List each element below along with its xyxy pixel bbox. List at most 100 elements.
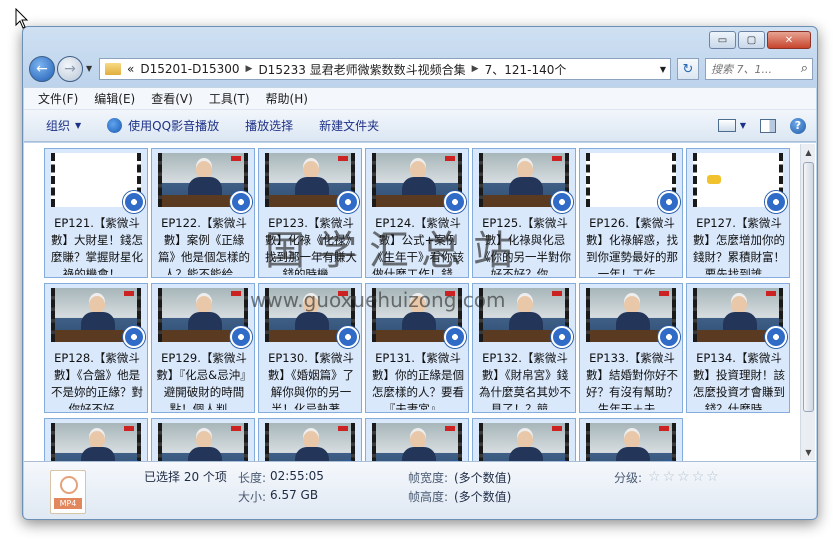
breadcrumb-overflow[interactable]: « <box>127 62 134 76</box>
file-extension-badge: MP4 <box>54 498 82 509</box>
file-item[interactable] <box>579 418 683 461</box>
refresh-button[interactable]: ↻ <box>677 58 699 80</box>
file-item[interactable]: EP131.【紫微斗數】你的正緣是個怎麼樣的人？要看『夫妻宮』... <box>365 283 469 413</box>
new-folder-label: 新建文件夹 <box>319 119 380 133</box>
change-view-icon[interactable] <box>717 119 736 132</box>
breadcrumb-separator-icon[interactable]: ▶ <box>472 64 479 74</box>
rating-star-icon[interactable]: ☆ <box>677 469 690 485</box>
frame-width-value: (多个数值) <box>454 471 512 485</box>
file-name-label: EP129.【紫微斗數】『化忌&忌沖』避開破財的時間點！個人判... <box>156 351 252 410</box>
organize-label: 组织 <box>46 119 71 133</box>
file-name-label: EP128.【紫微斗數】《合盤》他是不是妳的正緣？對你好不好... <box>51 351 143 410</box>
qq-player-file-icon <box>551 326 573 348</box>
organize-button[interactable]: 组织 ▼ <box>46 117 81 134</box>
view-options-chevron-icon[interactable]: ▼ <box>740 121 746 130</box>
file-name-label: EP131.【紫微斗數】你的正緣是個怎麼樣的人？要看『夫妻宮』... <box>372 351 464 410</box>
back-button[interactable]: ← <box>29 56 55 82</box>
close-button[interactable]: ✕ <box>767 31 811 49</box>
explorer-window: ▭ ▢ ✕ ← → ▼ « D15201-D15300 ▶ D15233 显君老… <box>22 26 818 520</box>
qq-player-file-icon <box>551 191 573 213</box>
qq-player-file-icon <box>658 191 680 213</box>
file-item[interactable] <box>44 418 148 461</box>
file-item[interactable]: EP121.【紫微斗數】大財星！錢怎麼賺？掌握財星化祿的機會！... <box>44 148 148 278</box>
breadcrumb-item[interactable]: D15201-D15300 <box>140 62 239 76</box>
file-item[interactable] <box>151 418 255 461</box>
view-controls: ▼ ? <box>717 117 806 134</box>
file-item[interactable]: EP134.【紫微斗數】投資理財！該怎麼投資才會賺到錢？什麼時... <box>686 283 790 413</box>
file-item[interactable]: EP129.【紫微斗數】『化忌&忌沖』避開破財的時間點！個人判... <box>151 283 255 413</box>
file-name-label: EP130.【紫微斗數】《婚姻篇》了解你與你的另一半！化忌執著... <box>267 351 355 410</box>
play-selection-button[interactable]: 播放选择 <box>245 117 293 134</box>
size-label: 大小: <box>238 490 267 504</box>
qq-player-file-icon <box>444 191 466 213</box>
recent-pages-dropdown[interactable]: ▼ <box>86 64 92 73</box>
file-item[interactable] <box>365 418 469 461</box>
vertical-scrollbar[interactable]: ▲ ▼ <box>800 144 815 460</box>
file-name-label: EP127.【紫微斗數】怎麼增加你的錢財？累積財富！要先找到誰... <box>693 216 785 275</box>
file-item[interactable]: EP124.【紫微斗數】公式+案例《生年干》看你該做什麼工作！錢... <box>365 148 469 278</box>
file-name-label: EP134.【紫微斗數】投資理財！該怎麼投資才會賺到錢？什麼時... <box>693 351 785 410</box>
qq-player-icon <box>107 118 123 133</box>
file-list-area[interactable]: EP121.【紫微斗數】大財星！錢怎麼賺？掌握財星化祿的機會！... EP122.… <box>24 143 816 461</box>
search-input[interactable] <box>711 62 791 76</box>
rating-star-icon[interactable]: ☆ <box>648 469 661 485</box>
breadcrumb-item[interactable]: D15233 显君老师微紫数数斗视频合集 <box>258 61 465 78</box>
file-item[interactable]: EP128.【紫微斗數】《合盤》他是不是妳的正緣？對你好不好... <box>44 283 148 413</box>
file-name-label: EP126.【紫微斗數】化祿解惑，找到你運勢最好的那一年！工作... <box>586 216 678 275</box>
folder-icon <box>105 63 121 75</box>
search-icon[interactable]: ⌕ <box>801 61 808 76</box>
file-item[interactable]: EP132.【紫微斗數】《財帛宮》錢為什麼莫名其妙不見了！？競... <box>472 283 576 413</box>
breadcrumb-item[interactable]: 7、121-140个 <box>485 61 567 78</box>
qq-player-file-icon <box>337 326 359 348</box>
address-bar[interactable]: « D15201-D15300 ▶ D15233 显君老师微紫数数斗视频合集 ▶… <box>99 58 671 80</box>
file-name-label: EP121.【紫微斗數】大財星！錢怎麼賺？掌握財星化祿的機會！... <box>51 216 143 275</box>
file-name-label: EP124.【紫微斗數】公式+案例《生年干》看你該做什麼工作！錢... <box>372 216 464 275</box>
rating-star-icon[interactable]: ☆ <box>663 469 676 485</box>
scroll-down-icon[interactable]: ▼ <box>801 444 816 460</box>
file-item[interactable]: EP126.【紫微斗數】化祿解惑，找到你運勢最好的那一年！工作... <box>579 148 683 278</box>
qq-play-button[interactable]: 使用QQ影音播放 <box>107 117 219 134</box>
rating-star-icon[interactable]: ☆ <box>692 469 705 485</box>
address-dropdown-icon[interactable]: ▼ <box>660 65 666 74</box>
qq-player-file-icon <box>337 191 359 213</box>
rating-star-icon[interactable]: ☆ <box>706 469 719 485</box>
file-item[interactable]: EP127.【紫微斗數】怎麼增加你的錢財？累積財富！要先找到誰... <box>686 148 790 278</box>
search-box[interactable]: ⌕ <box>705 58 813 80</box>
length-label: 长度: <box>238 471 267 485</box>
scroll-up-icon[interactable]: ▲ <box>801 144 816 160</box>
file-name-label: EP133.【紫微斗數】結婚對你好不好？有沒有幫助？生年干＋夫... <box>586 351 678 410</box>
help-icon[interactable]: ? <box>790 117 806 134</box>
file-item[interactable]: EP125.【紫微斗數】化祿與化忌《你的另一半對你好不好？你... <box>472 148 576 278</box>
minimize-button[interactable]: ▭ <box>709 31 736 49</box>
chevron-down-icon: ▼ <box>75 121 82 130</box>
menu-view[interactable]: 查看(V) <box>151 90 193 107</box>
file-item[interactable] <box>258 418 362 461</box>
rating-stars[interactable]: ☆ ☆ ☆ ☆ ☆ <box>648 469 719 485</box>
frame-width-label: 帧宽度: <box>408 471 449 485</box>
refresh-icon: ↻ <box>682 61 694 77</box>
file-item[interactable]: EP130.【紫微斗數】《婚姻篇》了解你與你的另一半！化忌執著... <box>258 283 362 413</box>
video-thumbnail <box>265 423 355 461</box>
new-folder-button[interactable]: 新建文件夹 <box>319 117 379 134</box>
forward-button[interactable]: → <box>57 56 83 82</box>
video-thumbnail <box>586 423 676 461</box>
menu-edit[interactable]: 编辑(E) <box>94 90 135 107</box>
file-item[interactable]: EP123.【紫微斗數】化祿《化禄》找到那一年有賺大錢的時機... <box>258 148 362 278</box>
scrollbar-thumb[interactable] <box>803 162 814 412</box>
details-pane: MP4 已选择 20 个项 长度: 02:55:05 大小: 6.57 GB 帧… <box>24 461 816 519</box>
mouse-cursor-icon <box>15 8 29 29</box>
file-item[interactable]: EP122.【紫微斗數】案例《正緣篇》他是個怎樣的人？能不能給... <box>151 148 255 278</box>
selection-count: 已选择 20 个项 <box>144 470 227 484</box>
menu-help[interactable]: 帮助(H) <box>266 90 308 107</box>
preview-pane-icon[interactable] <box>760 118 776 133</box>
file-item[interactable] <box>472 418 576 461</box>
maximize-button[interactable]: ▢ <box>738 31 765 49</box>
breadcrumb-separator-icon[interactable]: ▶ <box>246 64 253 74</box>
menu-file[interactable]: 文件(F) <box>38 90 78 107</box>
video-thumbnail <box>372 423 462 461</box>
file-name-label: EP123.【紫微斗數】化祿《化禄》找到那一年有賺大錢的時機... <box>265 216 357 275</box>
file-item[interactable]: EP133.【紫微斗數】結婚對你好不好？有沒有幫助？生年干＋夫... <box>579 283 683 413</box>
video-thumbnail <box>51 423 141 461</box>
menu-tools[interactable]: 工具(T) <box>209 90 250 107</box>
play-selection-label: 播放选择 <box>245 119 294 133</box>
